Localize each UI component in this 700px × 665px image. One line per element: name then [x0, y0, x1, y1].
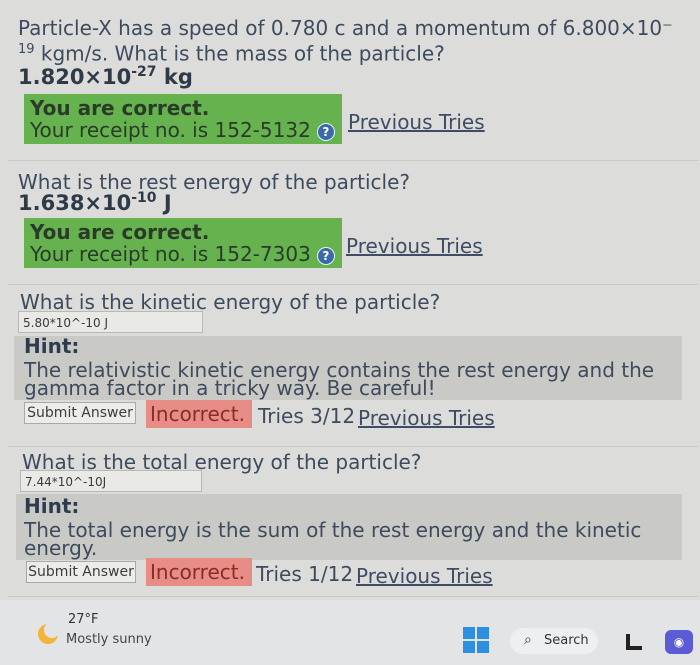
- correct-label-2: You are correct.: [30, 220, 210, 244]
- correct-feedback-2: You are correct. Your receipt no. is 152…: [24, 218, 342, 268]
- receipt-2: Your receipt no. is 152-7303?: [30, 242, 335, 266]
- question-1-text-line2: 19 kgm/s. What is the mass of the partic…: [18, 38, 445, 66]
- question-1-exponent: 19: [18, 42, 35, 57]
- incorrect-status-4: Incorrect.: [146, 558, 252, 586]
- answer-2: 1.638×10-10 J: [18, 190, 172, 215]
- answer-1-unit: kg: [156, 65, 193, 89]
- taskbar-search-button[interactable]: ⌕ Search: [510, 628, 598, 654]
- tries-count-4: Tries 1/12: [256, 562, 354, 586]
- lon-capa-problem-page: Particle-X has a speed of 0.780 c and a …: [0, 0, 700, 665]
- divider: [8, 284, 698, 285]
- answer-3-input[interactable]: 5.80*10^-10 J: [18, 311, 203, 333]
- answer-2-unit: J: [156, 191, 172, 215]
- receipt-2-text: Your receipt no. is 152-7303: [30, 242, 311, 266]
- previous-tries-link-2[interactable]: Previous Tries: [346, 234, 483, 258]
- previous-tries-link-4[interactable]: Previous Tries: [356, 564, 493, 588]
- hint-title-3: Hint:: [24, 334, 80, 358]
- receipt-1: Your receipt no. is 152-5132?: [30, 118, 335, 142]
- divider: [8, 596, 698, 597]
- divider: [8, 160, 698, 161]
- sun-cloud-icon[interactable]: [38, 622, 60, 644]
- weather-condition[interactable]: Mostly sunny: [66, 632, 152, 647]
- answer-2-base: 1.638×10: [18, 191, 132, 215]
- divider: [8, 446, 698, 447]
- correct-feedback-1: You are correct. Your receipt no. is 152…: [24, 94, 342, 144]
- submit-answer-button-3[interactable]: Submit Answer: [24, 402, 136, 424]
- answer-2-exponent: -10: [131, 190, 157, 206]
- submit-answer-button-4[interactable]: Submit Answer: [26, 561, 136, 583]
- taskbar-app-icon[interactable]: [626, 634, 642, 650]
- correct-label-1: You are correct.: [30, 96, 210, 120]
- answer-1-base: 1.820×10: [18, 65, 132, 89]
- answer-1-exponent: -27: [131, 64, 157, 80]
- receipt-1-text: Your receipt no. is 152-5132: [30, 118, 311, 142]
- hint-text-4-line1: The total energy is the sum of the rest …: [24, 518, 642, 542]
- windows-logo-icon[interactable]: [463, 627, 489, 653]
- tries-count-3: Tries 3/12: [258, 404, 356, 428]
- copilot-app-icon[interactable]: ◉: [665, 630, 693, 654]
- help-icon[interactable]: ?: [316, 246, 335, 265]
- weather-temperature[interactable]: 27°F: [68, 612, 99, 627]
- hint-title-4: Hint:: [24, 494, 80, 518]
- incorrect-status-3: Incorrect.: [146, 400, 252, 428]
- help-icon[interactable]: ?: [316, 122, 335, 141]
- previous-tries-link-1[interactable]: Previous Tries: [348, 110, 485, 134]
- hint-text-3-line2: gamma factor in a tricky way. Be careful…: [24, 376, 436, 400]
- hint-text-4-line2: energy.: [24, 536, 98, 560]
- question-1-text-rest: kgm/s. What is the mass of the particle?: [34, 41, 445, 66]
- search-icon: ⌕: [524, 632, 532, 648]
- answer-4-input[interactable]: 7.44*10^-10J: [20, 470, 202, 492]
- answer-1: 1.820×10-27 kg: [18, 64, 193, 89]
- question-1-text-line1: Particle-X has a speed of 0.780 c and a …: [18, 16, 673, 40]
- previous-tries-link-3[interactable]: Previous Tries: [358, 406, 495, 430]
- search-label: Search: [544, 633, 589, 648]
